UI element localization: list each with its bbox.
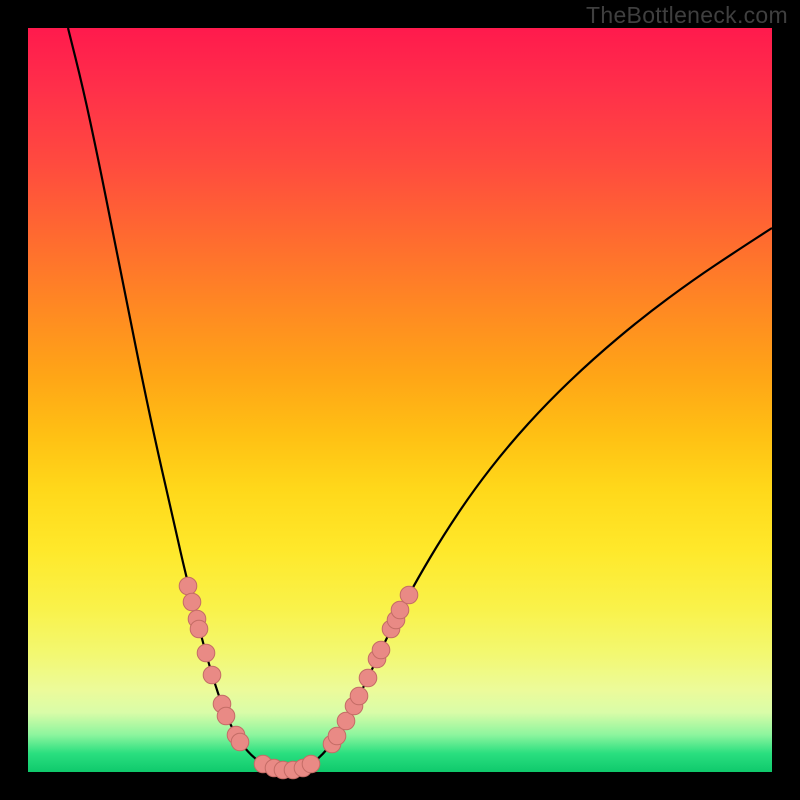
data-dot	[190, 620, 208, 638]
data-dot	[197, 644, 215, 662]
data-dot	[231, 733, 249, 751]
data-dot	[183, 593, 201, 611]
curve-svg	[28, 28, 772, 772]
data-dot	[372, 641, 390, 659]
watermark-label: TheBottleneck.com	[586, 2, 788, 29]
chart-frame: TheBottleneck.com	[0, 0, 800, 800]
data-dot	[350, 687, 368, 705]
data-dot	[203, 666, 221, 684]
data-dot	[359, 669, 377, 687]
data-dots-group	[179, 577, 418, 779]
plot-area	[28, 28, 772, 772]
data-dot	[400, 586, 418, 604]
data-dot	[302, 755, 320, 773]
data-dot	[179, 577, 197, 595]
bottleneck-curve	[68, 28, 772, 770]
data-dot	[217, 707, 235, 725]
